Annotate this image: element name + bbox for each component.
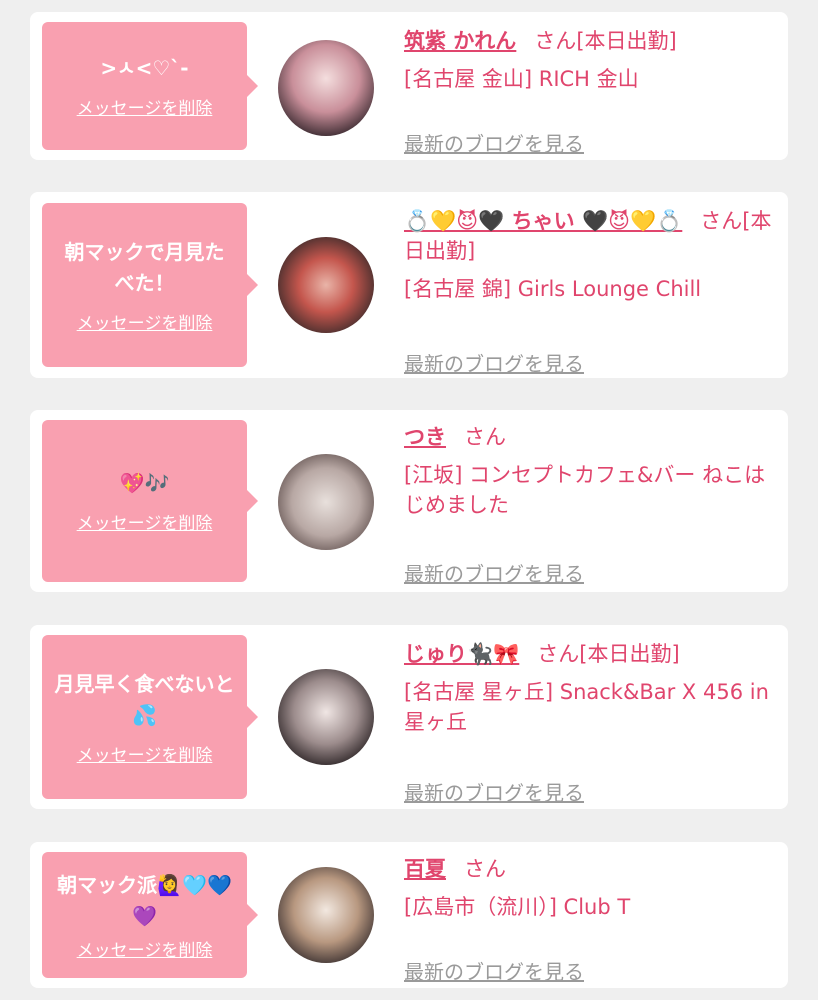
latest-blog-link[interactable]: 最新のブログを見る [404,778,584,808]
message-bubble: 朝マック派🙋‍♀️🩵💙💜 メッセージを削除 [42,852,258,978]
avatar[interactable] [278,867,374,963]
message-bubble: 月見早く食べないと💦 メッセージを削除 [42,635,258,799]
avatar[interactable] [278,669,374,765]
shop-text: [名古屋 星ヶ丘] Snack&Bar X 456 in 星ヶ丘 [404,680,769,734]
honorific: さん [537,642,580,666]
delete-message-link[interactable]: メッセージを削除 [77,936,213,961]
delete-message-link[interactable]: メッセージを削除 [77,94,213,119]
message-card: 💖🎶 メッセージを削除 つき さん [江坂] コンセプトカフェ&バー ねこはじめま… [30,410,788,592]
message-bubble: 💖🎶 メッセージを削除 [42,420,258,582]
message-bubble: >ㅅ<♡`- メッセージを削除 [42,22,258,150]
delete-message-link[interactable]: メッセージを削除 [77,509,213,534]
shop-text: [名古屋 錦] Girls Lounge Chill [404,277,702,301]
latest-blog-link[interactable]: 最新のブログを見る [404,957,584,987]
shop-text: [江坂] コンセプトカフェ&バー ねこはじめました [404,463,766,517]
honorific: さん [534,29,577,53]
profile-name-link[interactable]: 筑紫 かれん [404,29,516,53]
avatar[interactable] [278,40,374,136]
message-text: 朝マック派🙋‍♀️🩵💙💜 [57,872,232,928]
message-text: 朝マックで月見たべた！ [64,239,225,295]
profile-info: 💍💛😈🖤 ちゃい 🖤😈💛💍 さん[本日出勤] [名古屋 錦] Girls Loun… [404,206,784,376]
status-badge: [本日出勤] [576,29,677,53]
profile-name-link[interactable]: じゅり🐈‍⬛🎀 [404,642,519,666]
message-text: 月見早く食べないと💦 [54,671,235,727]
latest-blog-link[interactable]: 最新のブログを見る [404,129,584,159]
profile-name-link[interactable]: 💍💛😈🖤 ちゃい 🖤😈💛💍 [404,209,682,233]
honorific: さん [464,857,506,881]
profile-info: 筑紫 かれん さん[本日出勤] [名古屋 金山] RICH 金山 最新のブログを見… [404,26,784,156]
message-text: >ㅅ<♡`- [100,56,189,80]
message-card: >ㅅ<♡`- メッセージを削除 筑紫 かれん さん[本日出勤] [名古屋 金山] … [30,12,788,160]
delete-message-link[interactable]: メッセージを削除 [77,309,213,334]
profile-info: つき さん [江坂] コンセプトカフェ&バー ねこはじめました 最新のブログを見る [404,422,784,586]
message-bubble: 朝マックで月見たべた！ メッセージを削除 [42,203,258,367]
message-card: 朝マックで月見たべた！ メッセージを削除 💍💛😈🖤 ちゃい 🖤😈💛💍 さん[本日出… [30,192,788,378]
honorific: さん [700,209,743,233]
message-card: 朝マック派🙋‍♀️🩵💙💜 メッセージを削除 百夏 さん [広島市（流川）] Clu… [30,842,788,988]
honorific: さん [464,425,506,449]
avatar[interactable] [278,237,374,333]
latest-blog-link[interactable]: 最新のブログを見る [404,559,584,589]
shop-text: [広島市（流川）] Club T [404,895,631,919]
profile-name-link[interactable]: つき [404,425,446,449]
latest-blog-link[interactable]: 最新のブログを見る [404,349,584,379]
shop-text: [名古屋 金山] RICH 金山 [404,67,639,91]
delete-message-link[interactable]: メッセージを削除 [77,741,213,766]
message-text: 💖🎶 [119,471,170,495]
profile-info: じゅり🐈‍⬛🎀 さん[本日出勤] [名古屋 星ヶ丘] Snack&Bar X 45… [404,639,784,805]
status-badge: [本日出勤] [579,642,680,666]
profile-name-link[interactable]: 百夏 [404,857,446,881]
profile-info: 百夏 さん [広島市（流川）] Club T 最新のブログを見る [404,854,784,984]
message-card: 月見早く食べないと💦 メッセージを削除 じゅり🐈‍⬛🎀 さん[本日出勤] [名古屋… [30,625,788,809]
avatar[interactable] [278,454,374,550]
